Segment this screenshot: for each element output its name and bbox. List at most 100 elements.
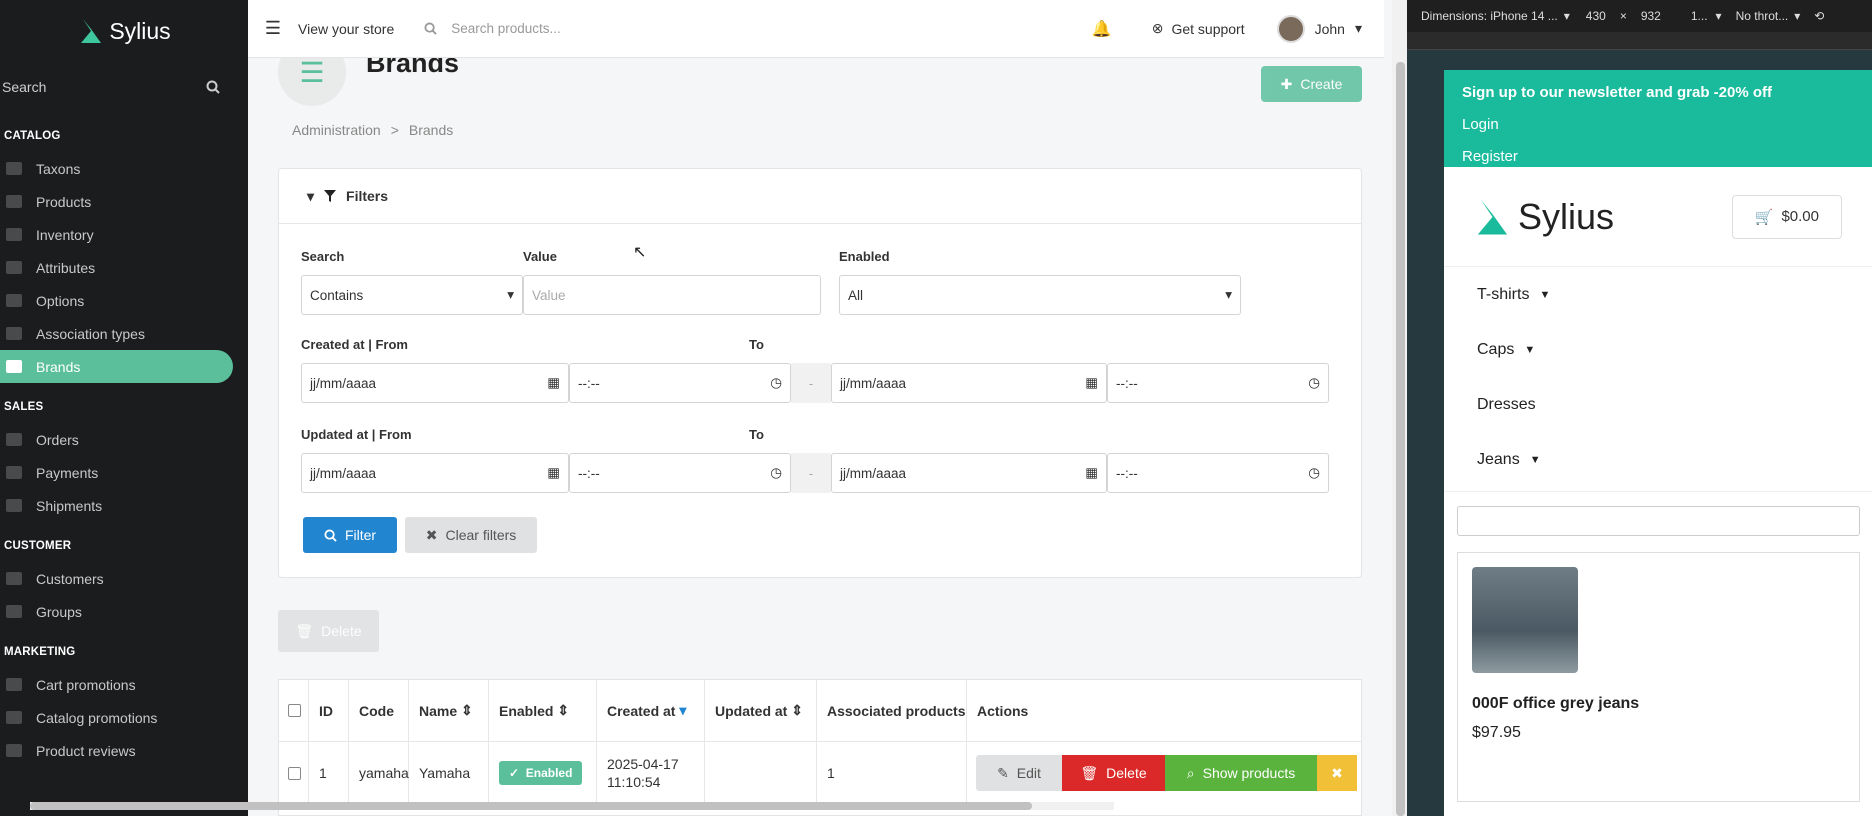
cart-button[interactable]: 🛒 $0.00	[1731, 194, 1842, 239]
user-menu[interactable]: John ▾	[1276, 14, 1362, 43]
row-checkbox[interactable]	[279, 742, 309, 804]
value-input[interactable]: Value	[523, 275, 821, 315]
updated-to-date[interactable]: jj/mm/aaaa ▦	[831, 453, 1107, 493]
sidebar-item-orders[interactable]: Orders	[0, 423, 248, 456]
filter-button[interactable]: Filter	[303, 517, 397, 553]
col-id[interactable]: ID	[309, 680, 349, 741]
sidebar-logo[interactable]: Sylius	[0, 0, 248, 62]
sidebar-item-brands[interactable]: Brands	[0, 350, 233, 383]
devtools-toolbar: Dimensions: iPhone 14 ... ▾ 430 × 932 1.…	[1407, 0, 1872, 32]
product-name[interactable]: 000F office grey jeans	[1472, 693, 1845, 714]
created-from-label: Created at | From	[301, 337, 408, 352]
breadcrumb-separator: >	[390, 122, 399, 138]
device-select[interactable]: Dimensions: iPhone 14 ...	[1421, 9, 1558, 23]
nav-jeans[interactable]: Jeans ▼	[1444, 432, 1872, 487]
nav-tshirts[interactable]: T-shirts ▼	[1444, 267, 1872, 322]
updated-from-date[interactable]: jj/mm/aaaa ▦	[301, 453, 569, 493]
sidebar-item-label: Catalog promotions	[36, 709, 158, 726]
view-store-link[interactable]: View your store	[298, 21, 394, 37]
breadcrumb-administration[interactable]: Administration	[292, 122, 381, 138]
enabled-select[interactable]: All ▾	[839, 275, 1241, 315]
sidebar-item-options[interactable]: Options	[0, 284, 248, 317]
top-search[interactable]: Search products...	[424, 21, 1092, 36]
updated-from-time[interactable]: --:-- ◷	[569, 453, 791, 493]
sidebar-item-label: Customers	[36, 570, 104, 587]
delete-button[interactable]: 🗑 Delete	[1062, 755, 1165, 791]
sidebar-item-groups[interactable]: Groups	[0, 595, 248, 628]
device-width[interactable]: 430	[1586, 9, 1606, 23]
filters-toggle[interactable]: ▾ Filters	[279, 169, 1361, 224]
login-link[interactable]: Login	[1462, 108, 1854, 140]
sidebar-item-inventory[interactable]: Inventory	[0, 218, 248, 251]
sidebar-item-cart-promotions[interactable]: Cart promotions	[0, 668, 248, 701]
shop-search-input[interactable]	[1457, 506, 1860, 536]
cell-id: 1	[309, 742, 349, 804]
sidebar-item-attributes[interactable]: Attributes	[0, 251, 248, 284]
top-search-input[interactable]: Search products...	[451, 21, 561, 36]
menu-toggle-icon[interactable]: ☰	[248, 18, 298, 39]
clock-icon: ◷	[770, 375, 782, 390]
sidebar-item-shipments[interactable]: Shipments	[0, 489, 248, 522]
zoom-select[interactable]: 1...	[1691, 9, 1708, 23]
updated-to-time[interactable]: --:-- ◷	[1107, 453, 1329, 493]
bulk-delete-button[interactable]: 🗑 Delete	[278, 610, 379, 652]
clock-icon: ◷	[1308, 465, 1320, 480]
throttle-select[interactable]: No throt...	[1736, 9, 1789, 23]
horizontal-scrollbar-thumb[interactable]	[30, 802, 1032, 810]
col-code[interactable]: Code	[349, 680, 409, 741]
caret-down-icon: ▾	[507, 287, 514, 302]
search-icon	[424, 22, 437, 35]
search-type-select[interactable]: Contains ▾	[301, 275, 523, 315]
sidebar-item-taxons[interactable]: Taxons	[0, 152, 248, 185]
search-icon	[324, 528, 337, 542]
vertical-scrollbar-thumb[interactable]	[1396, 62, 1405, 816]
disable-button[interactable]: ✖	[1317, 755, 1357, 791]
clock-icon: ◷	[770, 465, 782, 480]
sidebar-brand: Sylius	[109, 17, 171, 44]
delete-label: Delete	[1106, 765, 1147, 781]
device-height[interactable]: 932	[1641, 9, 1661, 23]
created-from-time[interactable]: --:-- ◷	[569, 363, 791, 403]
sidebar-item-association-types[interactable]: Association types	[0, 317, 248, 350]
col-enabled[interactable]: Enabled ⇕	[489, 680, 597, 741]
search-icon: ⌕	[1186, 764, 1195, 781]
sidebar-item-catalog-promotions[interactable]: Catalog promotions	[0, 701, 248, 734]
product-card[interactable]: 000F office grey jeans $97.95	[1457, 552, 1860, 802]
create-button[interactable]: ✚ Create	[1261, 66, 1362, 102]
get-support-label: Get support	[1171, 20, 1245, 37]
rotate-icon[interactable]: ⟲	[1814, 9, 1824, 23]
col-updated[interactable]: Updated at ⇕	[705, 680, 817, 741]
filters-title: Filters	[346, 188, 389, 204]
catalog-promotions-icon	[6, 711, 22, 724]
main-content: ☰ Brands ✚ Create Administration > Brands …	[248, 58, 1384, 816]
sylius-logo-icon	[81, 19, 102, 43]
col-name[interactable]: Name ⇕	[409, 680, 489, 741]
time-placeholder: --:--	[578, 465, 600, 481]
sidebar-search[interactable]: Search	[0, 62, 248, 112]
list-icon: ☰	[278, 58, 346, 106]
select-all-checkbox[interactable]	[279, 680, 309, 741]
show-products-button[interactable]: ⌕ Show products	[1165, 755, 1317, 791]
shop-logo[interactable]: Sylius	[1472, 195, 1614, 239]
col-created[interactable]: Created at ▾	[597, 680, 705, 741]
sidebar-item-label: Attributes	[36, 259, 96, 276]
sidebar-section-sales: SALES	[4, 401, 44, 413]
inventory-icon	[6, 228, 22, 241]
brands-icon	[6, 360, 22, 373]
sidebar-item-customers[interactable]: Customers	[0, 562, 248, 595]
clear-filters-button[interactable]: ✖ Clear filters	[405, 517, 537, 553]
sidebar-item-product-reviews[interactable]: Product reviews	[0, 734, 248, 767]
created-to-time[interactable]: --:-- ◷	[1107, 363, 1329, 403]
sidebar-item-products[interactable]: Products	[0, 185, 248, 218]
sidebar-item-payments[interactable]: Payments	[0, 456, 248, 489]
bell-icon[interactable]: 🔔	[1092, 19, 1112, 39]
sidebar-item-label: Payments	[36, 464, 99, 481]
edit-button[interactable]: ✎ Edit	[976, 755, 1062, 791]
nav-dresses[interactable]: Dresses	[1444, 377, 1872, 432]
get-support-link[interactable]: ⊗ Get support	[1152, 20, 1245, 37]
horizontal-scrollbar[interactable]	[30, 802, 1114, 810]
nav-caps[interactable]: Caps ▼	[1444, 322, 1872, 377]
created-from-date[interactable]: jj/mm/aaaa ▦	[301, 363, 569, 403]
product-image[interactable]	[1472, 567, 1578, 673]
created-to-date[interactable]: jj/mm/aaaa ▦	[831, 363, 1107, 403]
